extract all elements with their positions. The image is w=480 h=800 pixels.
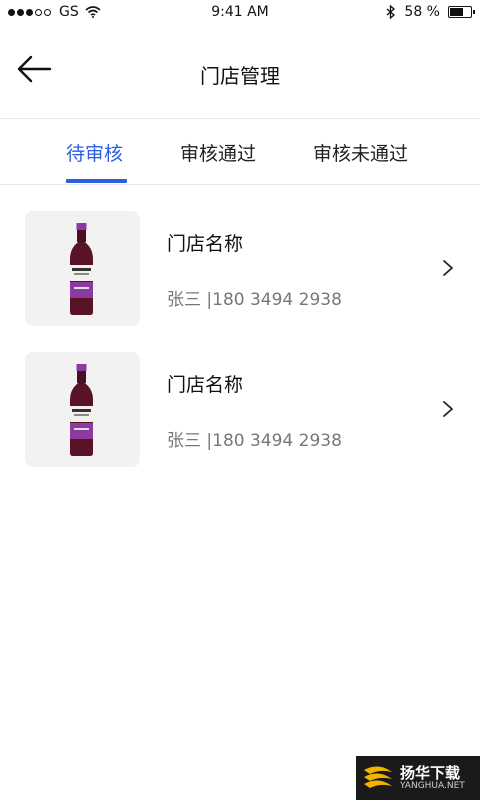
- status-bar: GS 9:41 AM 58 %: [0, 0, 480, 26]
- status-right: 58 %: [386, 4, 475, 20]
- store-list: 门店名称 张三 |180 3494 2938 门店名称 张三 |180 3494…: [0, 185, 480, 467]
- store-name: 门店名称: [167, 374, 244, 396]
- tab-bar: 待审核 审核通过 审核未通过: [0, 119, 480, 185]
- store-contact: 张三 |180 3494 2938: [167, 290, 342, 310]
- store-thumbnail: [25, 352, 140, 467]
- tab-pending-review[interactable]: 待审核: [66, 139, 123, 166]
- battery-percent: 58 %: [404, 4, 440, 20]
- store-thumbnail: [25, 211, 140, 326]
- store-list-item[interactable]: 门店名称 张三 |180 3494 2938: [0, 326, 480, 467]
- bird-logo-icon: [364, 766, 392, 788]
- watermark-name: 扬华下载: [400, 764, 461, 782]
- chevron-right-icon: [443, 260, 453, 276]
- battery-icon: [448, 6, 475, 18]
- watermark-logo: 扬华下载 YANGHUA.NET: [356, 756, 480, 800]
- wine-bottle-image: [70, 223, 93, 315]
- store-contact: 张三 |180 3494 2938: [167, 431, 342, 451]
- store-name: 门店名称: [167, 233, 244, 255]
- tab-rejected[interactable]: 审核未通过: [313, 139, 408, 166]
- watermark-url: YANGHUA.NET: [400, 781, 465, 791]
- wine-bottle-image: [70, 364, 93, 456]
- navigation-bar: 门店管理: [0, 26, 480, 119]
- chevron-right-icon: [443, 401, 453, 417]
- tab-approved[interactable]: 审核通过: [180, 139, 256, 166]
- bluetooth-icon: [386, 5, 396, 19]
- active-tab-indicator: [66, 179, 127, 183]
- page-title: 门店管理: [200, 64, 280, 88]
- store-list-item[interactable]: 门店名称 张三 |180 3494 2938: [0, 185, 480, 326]
